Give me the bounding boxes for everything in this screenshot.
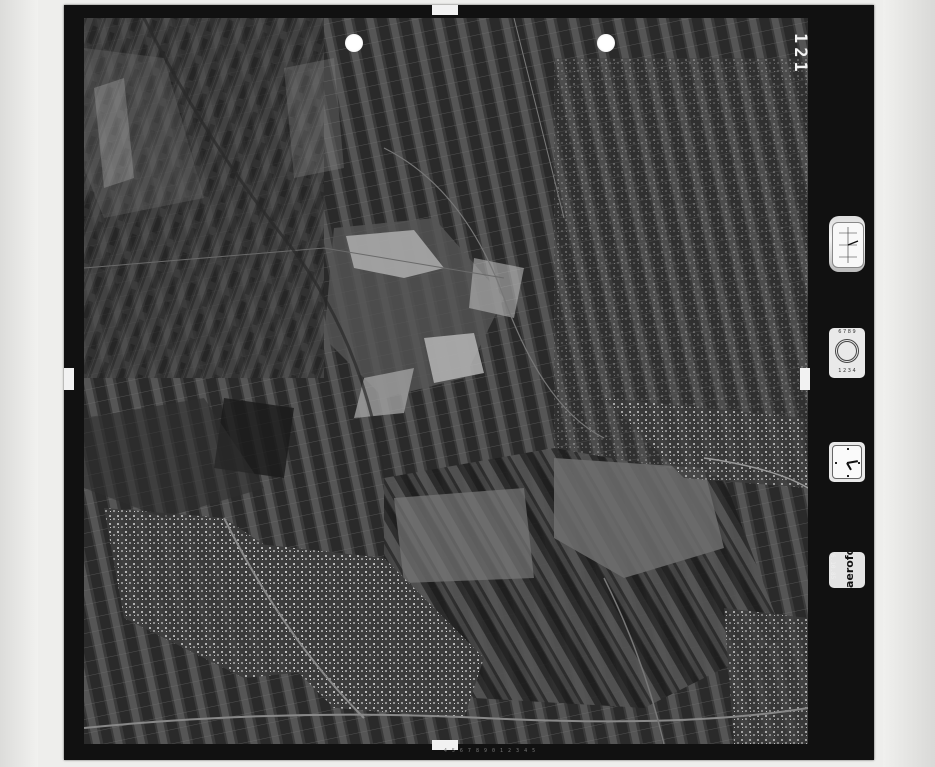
- clock-icon: [829, 442, 865, 482]
- pin-hole-right: [597, 34, 615, 52]
- fiducial-notch-right: [800, 368, 810, 390]
- pin-hole-left: [345, 34, 363, 52]
- circular-level-icon: 6 7 8 9 1 2 3 4: [829, 328, 865, 378]
- aerial-photograph: [84, 18, 808, 744]
- aerial-terrain: [84, 18, 808, 744]
- frame-number: 121: [790, 32, 810, 76]
- level-scale-bottom: 1 2 3 4: [838, 368, 856, 374]
- brand-label: aerofoto: [843, 552, 856, 588]
- altimeter-icon: [829, 216, 865, 272]
- fiducial-notch-left: [64, 368, 74, 390]
- flight-date: 6.10.85: [829, 554, 836, 580]
- level-scale-top: 6 7 8 9: [838, 329, 856, 335]
- scan-margin-left: [0, 0, 38, 767]
- frame-caption: 4 5 6 7 8 9 0 1 2 3 4 5: [443, 748, 537, 754]
- fiducial-notch-top: [432, 5, 458, 15]
- scan-margin-right: [883, 0, 935, 767]
